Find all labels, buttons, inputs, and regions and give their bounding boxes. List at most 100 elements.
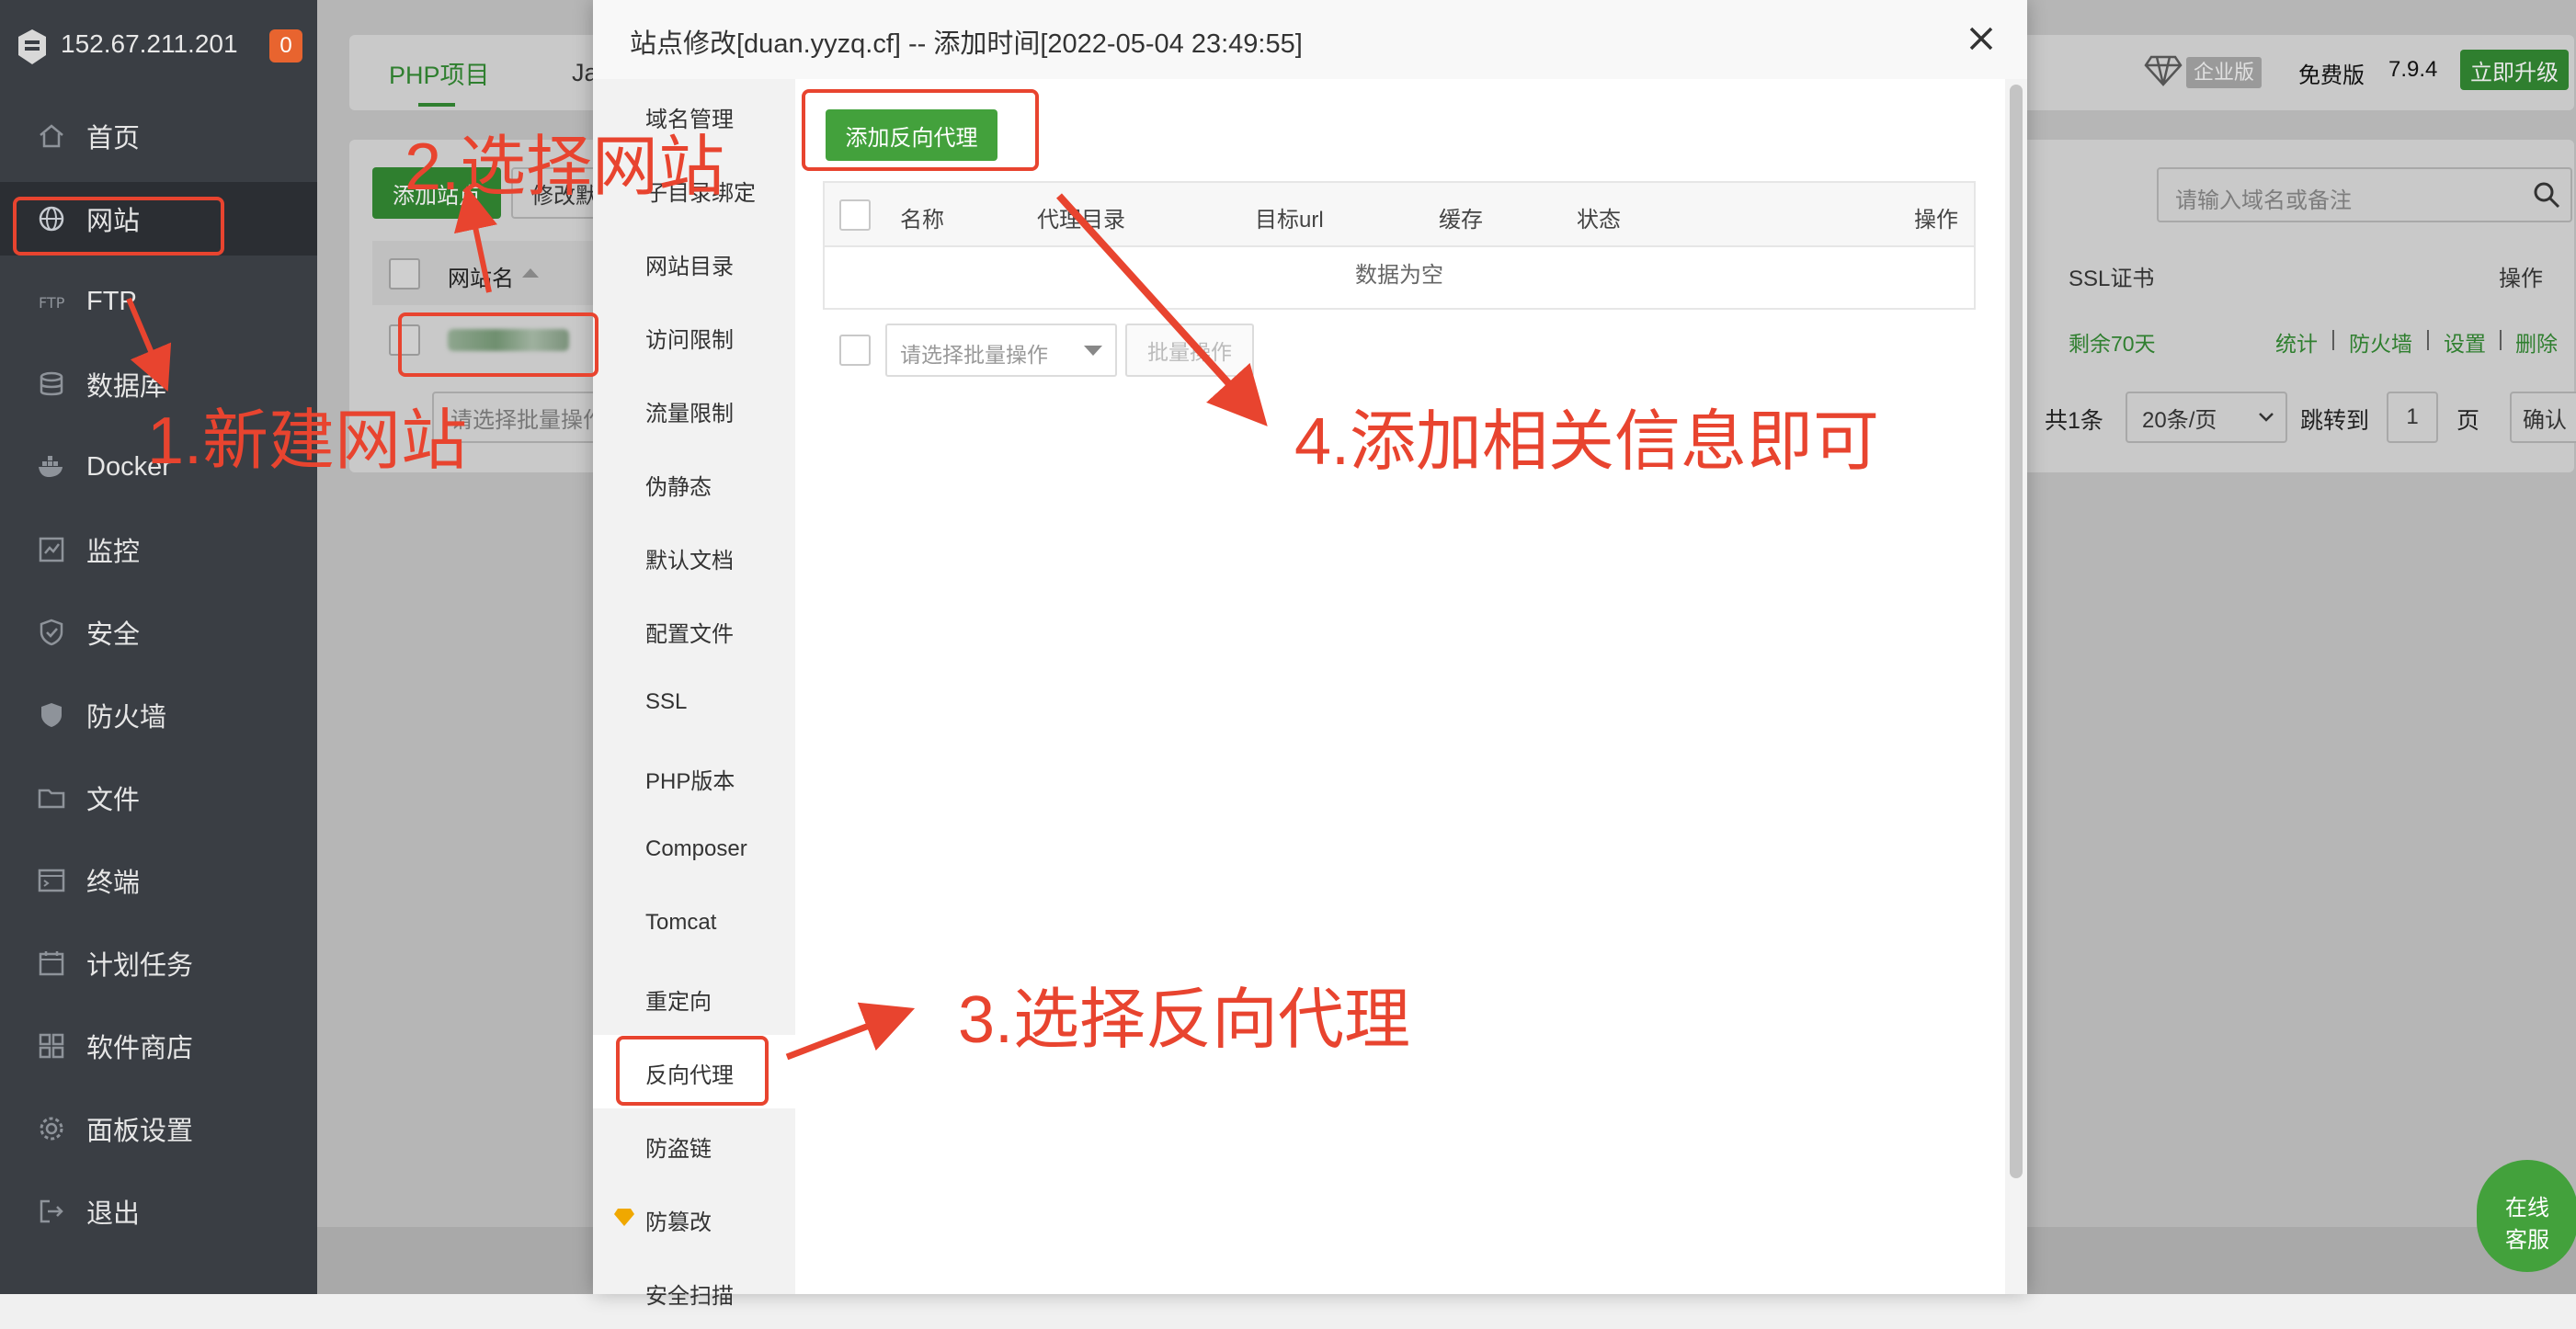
column-status: 状态 (1577, 208, 1621, 233)
op-settings-link[interactable]: 设置 (2444, 326, 2486, 358)
modal-nav-label: 访问限制 (645, 328, 734, 353)
sidebar-item-label: 面板设置 (86, 1117, 194, 1146)
select-all-checkbox[interactable] (389, 258, 420, 290)
search-box: 请输入域名或备注 (2157, 167, 2572, 222)
page-size-value: 20条/页 (2142, 407, 2217, 433)
sidebar-item-settings[interactable]: 面板设置 (0, 1092, 317, 1165)
column-name: 名称 (900, 208, 944, 233)
modal-nav-item[interactable]: 访问限制 (593, 300, 795, 373)
close-icon[interactable] (1963, 20, 2000, 57)
modal-scrollbar-thumb[interactable] (2010, 85, 2023, 1178)
sidebar-item-firewall[interactable]: 防火墙 (0, 678, 317, 752)
total-count: 共1条 (2045, 408, 2103, 434)
column-cache: 缓存 (1439, 208, 1483, 233)
logout-icon (40, 1199, 63, 1223)
modal-nav-item[interactable]: Composer (593, 814, 795, 888)
version-label: 7.9.4 (2388, 57, 2438, 82)
column-ops: 操作 (2499, 267, 2543, 291)
column-ops: 操作 (1914, 208, 1958, 233)
modal-nav-label: 防篡改 (645, 1210, 712, 1235)
sidebar-item-label: FTP (86, 286, 137, 316)
op-separator: | (2331, 326, 2336, 350)
modal-nav-label: 重定向 (645, 990, 712, 1015)
modal-header: 站点修改[duan.yyzq.cf] -- 添加时间[2022-05-04 23… (593, 0, 2027, 81)
sidebar-item-store[interactable]: 软件商店 (0, 1009, 317, 1083)
sidebar-item-label: 退出 (86, 1199, 141, 1229)
modal-nav-label: Tomcat (645, 910, 717, 935)
sidebar-item-label: 监控 (86, 538, 141, 567)
free-edition-label: 免费版 (2298, 63, 2365, 88)
caret-down-icon (1084, 346, 1102, 356)
upgrade-button[interactable]: 立即升级 (2460, 50, 2569, 90)
modal-nav-label: 默认文档 (645, 549, 734, 574)
active-tab-indicator (418, 103, 455, 107)
modal-nav-label: PHP版本 (645, 769, 735, 794)
modal-nav-label: SSL (645, 689, 688, 714)
modal-title: 站点修改[duan.yyzq.cf] -- 添加时间[2022-05-04 23… (630, 29, 1303, 59)
empty-state: 数据为空 (1355, 263, 1443, 288)
sidebar-item-logout[interactable]: 退出 (0, 1175, 317, 1248)
sidebar-item-label: 文件 (86, 786, 141, 815)
batch-operation-select[interactable]: 请选择批量操作 (885, 324, 1117, 377)
batch-checkbox[interactable] (839, 335, 871, 366)
sidebar-item-home[interactable]: 首页 (0, 99, 317, 173)
op-stats-link[interactable]: 统计 (2275, 326, 2318, 358)
sidebar-item-label: 终端 (86, 869, 141, 898)
page-size-select[interactable]: 20条/页 (2126, 392, 2287, 443)
annotation-step2: 2.选择网站 (405, 131, 725, 204)
annotation-step4: 4.添加相关信息即可 (1294, 405, 1880, 479)
sidebar: 152.67.211.201 0 首页 网站 FTP FTP 数据库 Docke… (0, 0, 317, 1294)
confirm-button[interactable]: 确认 (2510, 392, 2576, 443)
annotation-step3: 3.选择反向代理 (958, 983, 1411, 1057)
op-firewall-link[interactable]: 防火墙 (2349, 326, 2412, 358)
ftp-icon: FTP (39, 294, 65, 312)
column-site-name[interactable]: 网站名 (448, 260, 514, 292)
sidebar-item-ftp[interactable]: FTP FTP (0, 265, 317, 338)
goto-label: 跳转到 (2300, 408, 2370, 434)
apps-icon (39, 1033, 64, 1059)
sidebar-item-security[interactable]: 安全 (0, 596, 317, 669)
enterprise-badge[interactable]: 企业版 (2186, 57, 2262, 88)
page-unit-label: 页 (2456, 408, 2480, 434)
modal-nav-item[interactable]: 防篡改 (593, 1182, 795, 1255)
modal-nav-item[interactable]: SSL (593, 667, 795, 741)
column-ssl: SSL证书 (2069, 267, 2155, 291)
modal-nav-item[interactable]: 防盗链 (593, 1108, 795, 1182)
modal-nav-label: 配置文件 (645, 622, 734, 647)
reverse-proxy-table: 名称 代理目录 目标url 缓存 状态 操作 数据为空 (823, 181, 1976, 310)
highlight-box-add-proxy (802, 89, 1039, 171)
sidebar-item-monitor[interactable]: 监控 (0, 513, 317, 586)
modal-nav-item[interactable]: 网站目录 (593, 226, 795, 300)
sort-asc-icon[interactable] (522, 268, 539, 278)
select-all-checkbox[interactable] (839, 199, 871, 231)
sidebar-item-terminal[interactable]: 终端 (0, 844, 317, 917)
modal-nav-item[interactable]: 配置文件 (593, 594, 795, 667)
sidebar-item-label: 安全 (86, 620, 141, 650)
modal-nav-label: Composer (645, 836, 747, 861)
modal-nav-item[interactable]: Tomcat (593, 888, 795, 961)
chevron-down-icon (2259, 413, 2274, 422)
modal-nav-item[interactable]: 重定向 (593, 961, 795, 1035)
batch-operation-button[interactable]: 批量操作 (1125, 324, 1254, 377)
online-service-button[interactable]: 在线 客服 (2477, 1160, 2576, 1272)
search-input[interactable]: 请输入域名或备注 (2175, 182, 2352, 214)
highlight-box-reverse-proxy (616, 1036, 769, 1106)
tab-php-project[interactable]: PHP项目 (389, 35, 490, 110)
ssl-remaining[interactable]: 剩余70天 (2069, 326, 2156, 358)
modal-nav-item[interactable]: 流量限制 (593, 373, 795, 447)
modal-nav-item[interactable]: 伪静态 (593, 447, 795, 520)
sidebar-item-cron[interactable]: 计划任务 (0, 926, 317, 1000)
highlight-box-site (398, 312, 598, 377)
sidebar-header: 152.67.211.201 0 (0, 0, 317, 92)
op-delete-link[interactable]: 删除 (2515, 326, 2558, 358)
svg-text:FTP: FTP (39, 294, 65, 312)
sidebar-item-files[interactable]: 文件 (0, 761, 317, 835)
modal-nav-item[interactable]: 默认文档 (593, 520, 795, 594)
firewall-icon (41, 703, 62, 727)
column-proxy-dir: 代理目录 (1037, 208, 1125, 233)
modal-nav-item[interactable]: 安全扫描 (593, 1255, 795, 1329)
modal-nav-item[interactable]: PHP版本 (593, 741, 795, 814)
notification-badge[interactable]: 0 (269, 29, 302, 62)
page-number-input[interactable]: 1 (2387, 392, 2438, 443)
search-icon[interactable] (2532, 180, 2561, 210)
